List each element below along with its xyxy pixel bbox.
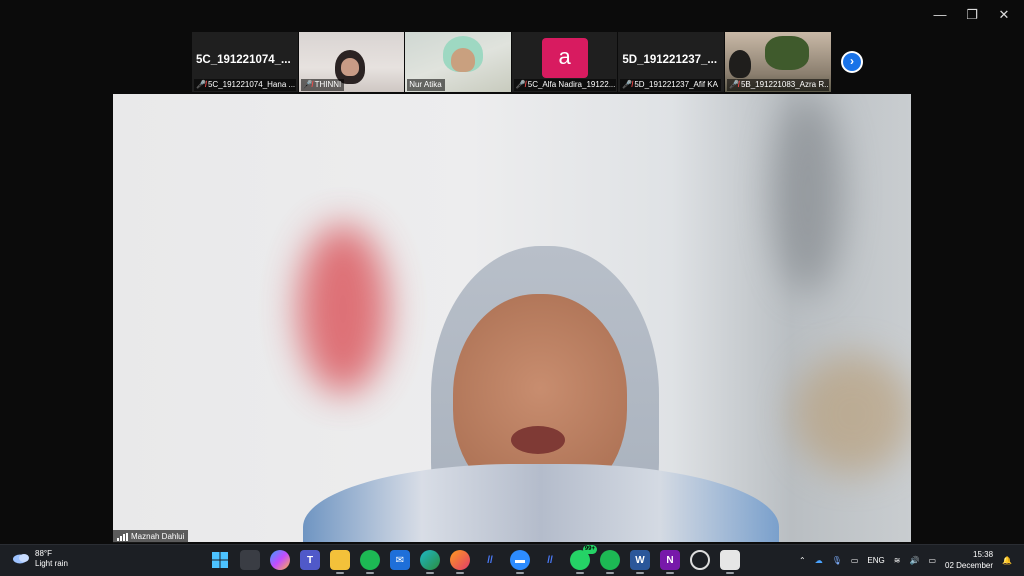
participant-label: 🎤̸ 5D_191221237_Afif KA xyxy=(620,79,721,91)
mic-muted-icon: 🎤̸ xyxy=(515,80,526,89)
participant-video-plant xyxy=(764,36,809,70)
wifi-icon[interactable]: ≋ xyxy=(894,556,901,565)
taskbar-pinned-apps: T ✉ // ▬ // 99+ W N xyxy=(210,545,740,574)
system-tray: ⌃ ☁ 🎙 ▭ ENG ≋ 🔊 ▭ 15:38 02 December 🔔 xyxy=(799,549,1012,571)
participant-tile[interactable]: 🎤̸ 5B_191221083_Azra R... xyxy=(724,32,832,92)
participant-label: Nur Atika xyxy=(407,79,445,91)
mail-icon[interactable]: ✉ xyxy=(390,550,410,570)
chevron-up-icon[interactable]: ⌃ xyxy=(799,556,806,565)
language-indicator[interactable]: ENG xyxy=(867,556,884,565)
clock-date: 02 December xyxy=(945,561,994,570)
window-controls: — ❐ ✕ xyxy=(924,4,1020,26)
edge-icon[interactable] xyxy=(420,550,440,574)
display-icon[interactable]: ▭ xyxy=(851,556,859,565)
weather-temperature: 88°F xyxy=(35,549,52,558)
active-speaker-name: Maznah Dahlui xyxy=(131,532,185,541)
weather-widget[interactable]: 88°F Light rain xyxy=(12,549,68,569)
participant-label-text: 5D_191221237_Afif KA xyxy=(634,80,718,89)
copilot-icon[interactable] xyxy=(270,550,290,570)
participant-tile[interactable]: 5D_191221237_... 🎤̸ 5D_191221237_Afif KA xyxy=(618,32,725,92)
app-slash-icon-2[interactable]: // xyxy=(540,550,560,570)
restore-button[interactable]: ❐ xyxy=(956,4,988,26)
clock-time: 15:38 xyxy=(973,550,994,559)
participant-label-text: 5C_191221074_Hana ... xyxy=(207,80,296,89)
rain-cloud-icon xyxy=(12,552,30,566)
participant-video-face xyxy=(451,48,476,72)
participant-label-text: THINNI xyxy=(314,80,342,89)
participant-thumbnail-strip: 5C_191221074_... 🎤̸ 5C_191221074_Hana ..… xyxy=(192,32,832,92)
participant-video-face xyxy=(340,58,359,76)
microphone-icon[interactable]: 🎙 xyxy=(832,556,842,565)
onedrive-cloud-icon[interactable]: ☁ xyxy=(815,556,823,565)
battery-icon[interactable]: ▭ xyxy=(928,556,936,565)
mic-muted-icon: 🎤̸ xyxy=(728,80,739,89)
participant-label-text: 5C_Alfa Nadira_19122... xyxy=(527,80,616,89)
participant-label: 🎤̸ 5B_191221083_Azra R... xyxy=(726,79,829,91)
file-explorer-icon[interactable] xyxy=(330,550,350,574)
participant-label-text: Nur Atika xyxy=(409,80,442,89)
participant-tile[interactable]: Nur Atika xyxy=(405,32,512,92)
participant-tile[interactable]: 🎤̸ THINNI xyxy=(298,32,406,92)
participant-tile[interactable]: 5C_191221074_... 🎤̸ 5C_191221074_Hana ..… xyxy=(192,32,299,92)
spotify-icon[interactable] xyxy=(360,550,380,574)
windows-start-icon[interactable] xyxy=(210,550,230,570)
mic-muted-icon: 🎤̸ xyxy=(302,80,313,89)
zoom-meeting-window: — ❐ ✕ 5C_191221074_... 🎤̸ 5C_191221074_H… xyxy=(0,0,1024,576)
onenote-icon[interactable]: N xyxy=(660,550,680,574)
active-speaker-label: Maznah Dahlui xyxy=(113,530,189,543)
background-dark-frame xyxy=(773,94,843,294)
speaker-clothing xyxy=(303,464,779,542)
participant-label: 🎤̸ 5C_Alfa Nadira_19122... xyxy=(513,79,616,91)
close-button[interactable]: ✕ xyxy=(988,4,1020,26)
whatsapp-badge: 99+ xyxy=(582,545,597,554)
minimize-button[interactable]: — xyxy=(924,4,956,26)
obs-icon[interactable] xyxy=(690,550,710,570)
next-page-button[interactable]: › xyxy=(841,51,863,73)
participant-label: 🎤̸ THINNI xyxy=(300,79,345,91)
active-speaker-video[interactable] xyxy=(113,94,911,542)
volume-icon[interactable]: 🔊 xyxy=(909,556,919,565)
task-view-icon[interactable] xyxy=(240,550,260,570)
participant-label: 🎤̸ 5C_191221074_Hana ... xyxy=(194,79,296,91)
mic-muted-icon: 🎤̸ xyxy=(196,80,206,89)
teams-icon[interactable]: T xyxy=(300,550,320,570)
background-shelf xyxy=(793,354,911,474)
whatsapp-icon[interactable]: 99+ xyxy=(570,545,597,574)
zoom-icon[interactable]: ▬ xyxy=(510,550,530,574)
snipping-tool-icon[interactable] xyxy=(720,550,740,574)
weather-text: 88°F Light rain xyxy=(35,549,68,569)
windows-taskbar: 88°F Light rain T ✉ // ▬ // 99+ W N ⌃ ☁ … xyxy=(0,544,1024,576)
participant-video-person xyxy=(728,50,751,78)
participant-tile[interactable]: a 🎤̸ 5C_Alfa Nadira_19122... xyxy=(511,32,619,92)
participant-display-name: 5D_191221237_... xyxy=(622,54,718,66)
word-icon[interactable]: W xyxy=(630,550,650,574)
speaker-mouth xyxy=(511,426,565,454)
avatar: a xyxy=(541,38,588,78)
firefox-icon[interactable] xyxy=(450,550,470,574)
participant-display-name: 5C_191221074_... xyxy=(196,54,291,66)
participant-label-text: 5B_191221083_Azra R... xyxy=(740,80,829,89)
connection-signal-icon xyxy=(117,532,128,541)
app-slash-icon[interactable]: // xyxy=(480,550,500,570)
chevron-right-icon: › xyxy=(843,53,861,71)
notification-bell-icon[interactable]: 🔔 xyxy=(1002,556,1012,565)
taskbar-clock[interactable]: 15:38 02 December xyxy=(945,549,993,571)
background-red-object xyxy=(298,224,388,394)
spotify-icon-2[interactable] xyxy=(600,550,620,574)
weather-description: Light rain xyxy=(35,559,68,568)
mic-muted-icon: 🎤̸ xyxy=(622,80,633,89)
